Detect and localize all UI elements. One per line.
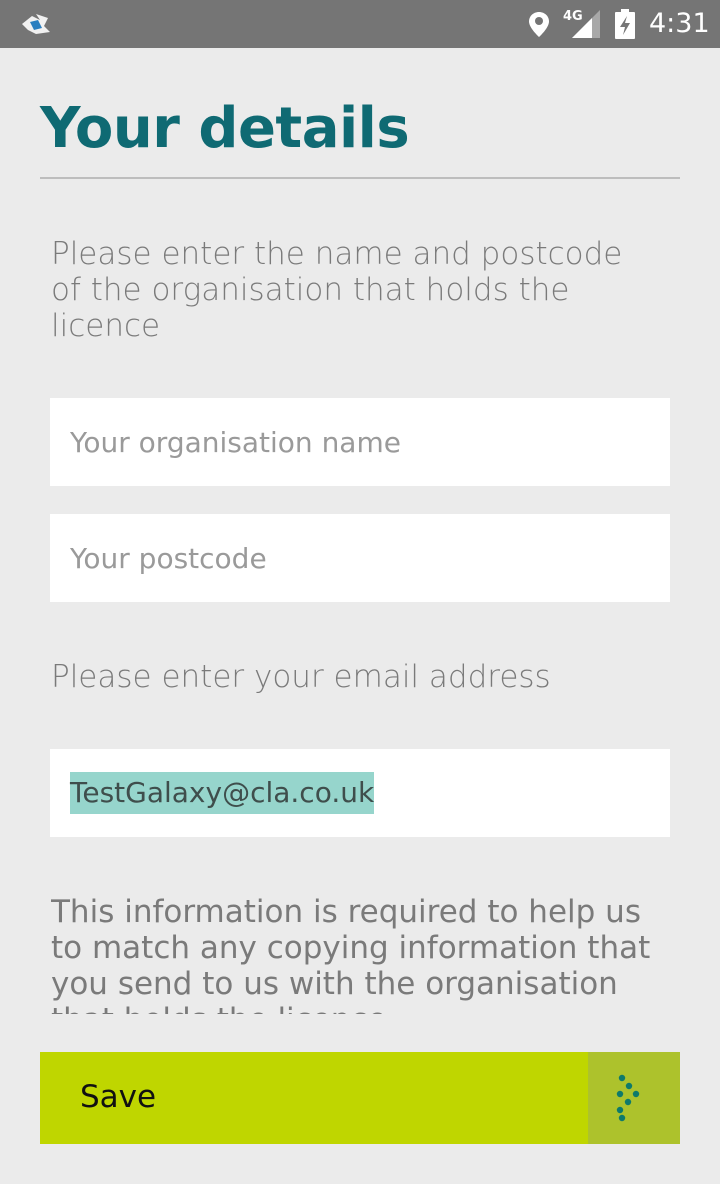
title-divider xyxy=(40,177,680,179)
info-text: This information is required to help us … xyxy=(51,894,651,1014)
email-input-value: TestGalaxy@cla.co.uk xyxy=(70,772,375,814)
email-input[interactable]: TestGalaxy@cla.co.uk xyxy=(50,749,670,837)
status-clock: 4:31 xyxy=(649,8,710,39)
location-icon xyxy=(529,12,549,37)
postcode-input[interactable] xyxy=(50,514,670,602)
battery-charging-icon xyxy=(615,9,635,39)
app-notification-icon xyxy=(22,14,50,34)
status-bar: 4G 4:31 xyxy=(0,0,720,48)
organisation-instruction: Please enter the name and postcode of th… xyxy=(51,236,623,344)
email-instruction: Please enter your email address xyxy=(51,659,551,695)
info-text-container: This information is required to help us … xyxy=(51,894,671,1014)
save-arrow-box xyxy=(588,1052,680,1144)
organisation-name-input[interactable] xyxy=(50,398,670,486)
chevron-right-dots-icon xyxy=(616,1074,640,1122)
network-type-label: 4G xyxy=(563,9,583,24)
page-title: Your details xyxy=(40,96,410,161)
save-button[interactable]: Save xyxy=(40,1052,680,1144)
save-button-label: Save xyxy=(80,1079,157,1115)
